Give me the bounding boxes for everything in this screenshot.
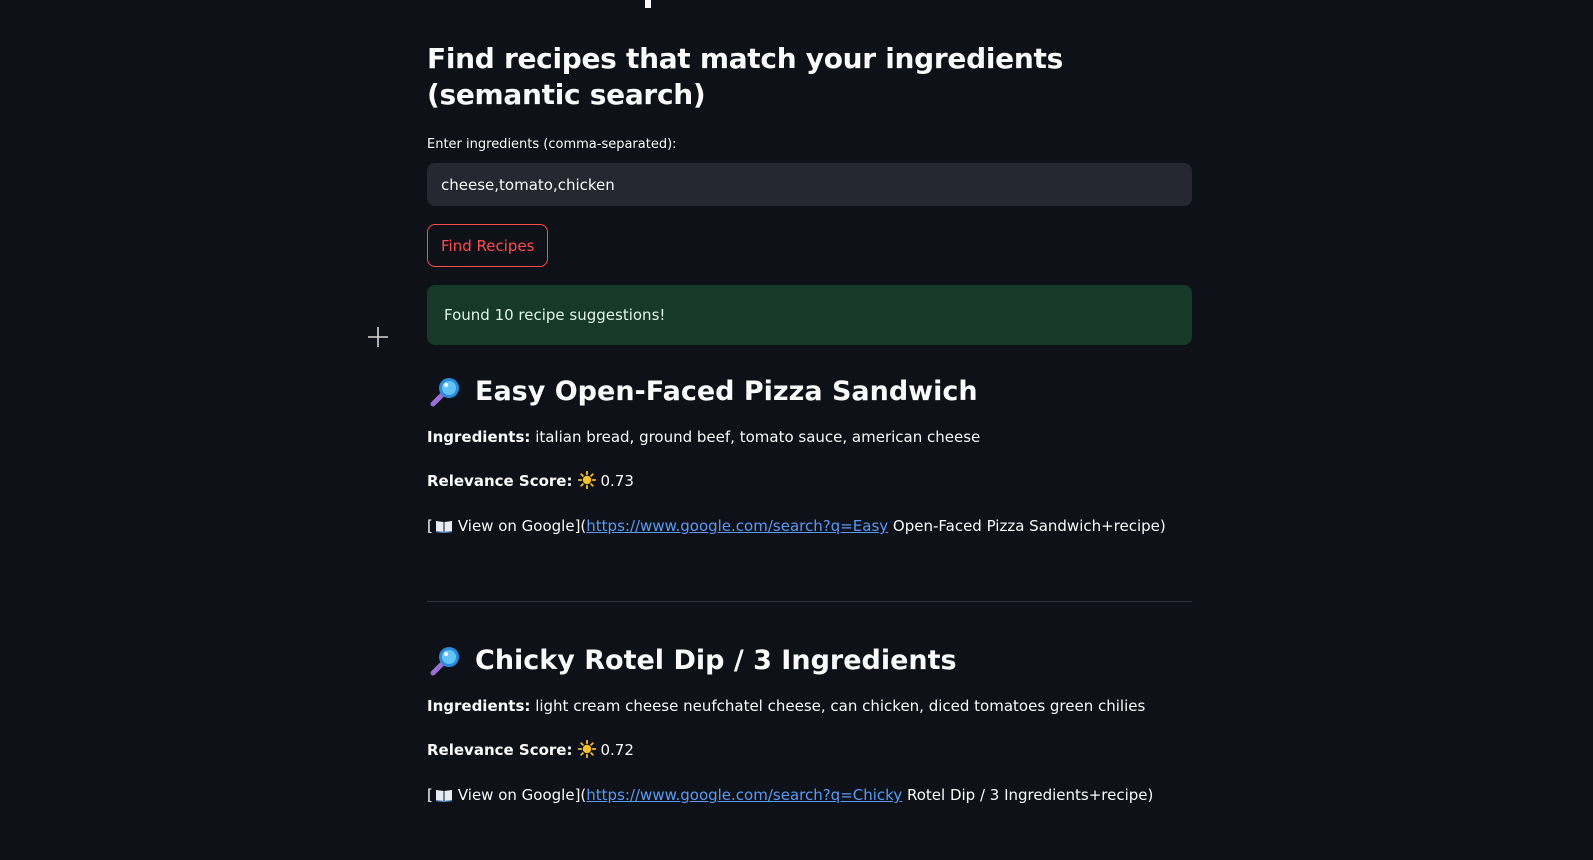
open-book-icon	[435, 790, 452, 802]
recipe-title: Chicky Rotel Dip / 3 Ingredients	[427, 643, 957, 679]
relevance-score: 0.73	[600, 472, 634, 490]
link-open-bracket: [	[427, 786, 433, 804]
relevance-label: Relevance Score:	[427, 741, 573, 759]
sun-icon	[578, 471, 597, 489]
app-page: Find recipes that match your ingredients…	[0, 0, 1593, 860]
recipe-title-text: Easy Open-Faced Pizza Sandwich	[475, 376, 978, 407]
page-subtitle: Find recipes that match your ingredients…	[427, 42, 1063, 111]
find-recipes-button[interactable]: Find Recipes	[427, 224, 549, 267]
open-book-icon	[435, 521, 452, 533]
link-suffix-text: Open-Faced Pizza Sandwich+recipe)	[888, 517, 1166, 535]
google-search-link[interactable]: https://www.google.com/search?q=Easy	[586, 517, 888, 535]
ingredients-value: italian bread, ground beef, tomato sauce…	[535, 428, 981, 446]
recipe-google-link-line: [ View on Google](https://www.google.com…	[427, 784, 1153, 806]
magnifying-glass-icon	[430, 378, 459, 407]
relevance-label: Relevance Score:	[427, 472, 573, 490]
ingredients-label: Ingredients:	[427, 697, 531, 715]
magnifying-glass-icon	[430, 647, 459, 676]
recipe-relevance: Relevance Score: 0.72	[427, 739, 634, 761]
success-message: Found 10 recipe suggestions!	[444, 306, 666, 324]
success-alert: Found 10 recipe suggestions!	[427, 285, 1192, 345]
link-open-bracket: [	[427, 517, 433, 535]
recipe-relevance: Relevance Score: 0.73	[427, 470, 634, 492]
ingredients-input-label: Enter ingredients (comma-separated):	[427, 137, 677, 152]
truncated-title-fragment	[645, 0, 651, 8]
view-on-google-text: View on Google](	[457, 786, 587, 804]
relevance-score: 0.72	[600, 741, 634, 759]
ingredients-value: light cream cheese neufchatel cheese, ca…	[535, 697, 1146, 715]
recipe-title-text: Chicky Rotel Dip / 3 Ingredients	[475, 645, 957, 676]
crosshair-cursor-icon	[368, 327, 388, 347]
sun-icon	[578, 740, 597, 758]
ingredients-label: Ingredients:	[427, 428, 531, 446]
link-suffix-text: Rotel Dip / 3 Ingredients+recipe)	[902, 786, 1154, 804]
google-search-link[interactable]: https://www.google.com/search?q=Chicky	[586, 786, 902, 804]
view-on-google-text: View on Google](	[457, 517, 587, 535]
recipe-title: Easy Open-Faced Pizza Sandwich	[427, 374, 978, 410]
recipe-google-link-line: [ View on Google](https://www.google.com…	[427, 515, 1166, 537]
recipe-ingredients: Ingredients: italian bread, ground beef,…	[427, 426, 980, 448]
recipe-ingredients: Ingredients: light cream cheese neufchat…	[427, 695, 1145, 717]
recipe-divider	[427, 601, 1192, 602]
ingredients-input[interactable]	[427, 163, 1192, 206]
